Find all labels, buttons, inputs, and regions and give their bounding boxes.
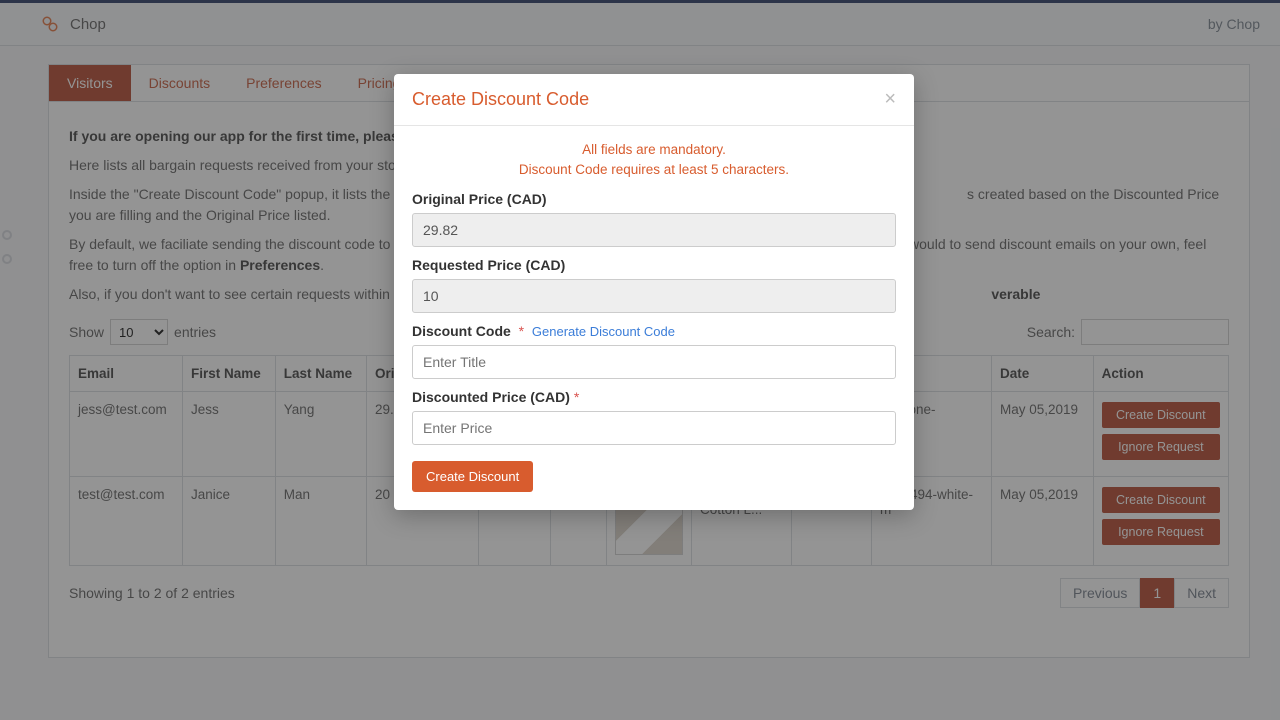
close-icon[interactable]: × [884, 88, 896, 111]
create-discount-submit[interactable]: Create Discount [412, 461, 533, 492]
requested-price-field [412, 279, 896, 313]
modal-warning-1: All fields are mandatory. [582, 142, 726, 157]
discount-code-label: Discount Code * Generate Discount Code [412, 323, 896, 339]
original-price-field [412, 213, 896, 247]
generate-code-link[interactable]: Generate Discount Code [532, 324, 675, 339]
original-price-label: Original Price (CAD) [412, 191, 896, 207]
create-discount-modal: Create Discount Code × All fields are ma… [394, 74, 914, 510]
requested-price-label: Requested Price (CAD) [412, 257, 896, 273]
discounted-price-field[interactable] [412, 411, 896, 445]
discount-code-field[interactable] [412, 345, 896, 379]
modal-title: Create Discount Code [412, 89, 589, 110]
modal-warning-2: Discount Code requires at least 5 charac… [519, 162, 789, 177]
discounted-price-label: Discounted Price (CAD) * [412, 389, 896, 405]
